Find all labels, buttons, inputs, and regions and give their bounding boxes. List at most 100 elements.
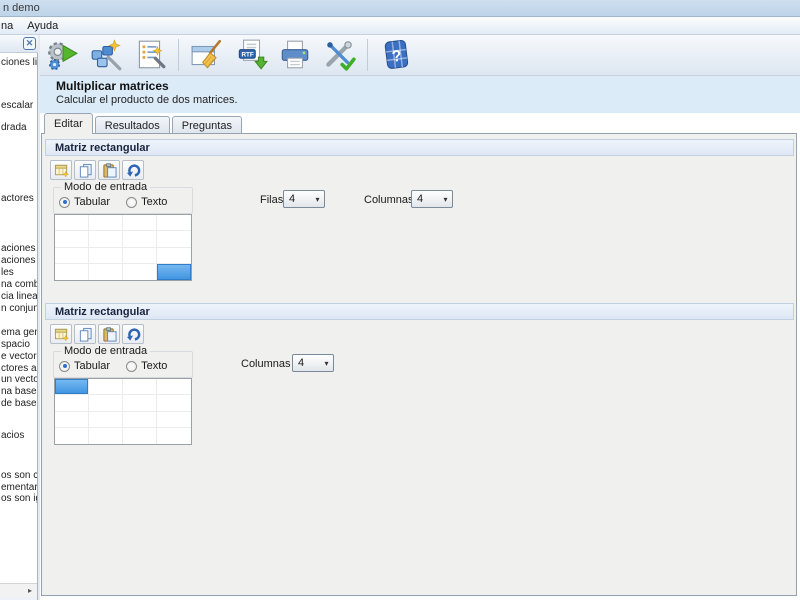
filas-select[interactable]: 4 ▾	[283, 190, 325, 208]
menu-item-ayuda[interactable]: Ayuda	[20, 17, 65, 34]
tab-resultados[interactable]: Resultados	[94, 116, 170, 134]
rtf-download-icon: RTF	[238, 39, 268, 70]
matrix-cell[interactable]	[123, 247, 157, 264]
sidebar-splitter[interactable]	[38, 35, 40, 600]
puzzle-wand-icon	[91, 39, 122, 71]
matrix-cell[interactable]	[55, 263, 89, 280]
sidebar-item[interactable]: cia lineal	[1, 291, 37, 302]
matrix-cell[interactable]	[157, 379, 191, 396]
matrix-grid-2[interactable]	[54, 378, 192, 445]
matrix-cell[interactable]	[55, 247, 89, 264]
export-rtf-button[interactable]: RTF	[229, 36, 273, 74]
clear-button[interactable]	[185, 36, 229, 74]
sidebar-item[interactable]: les	[1, 267, 14, 278]
help-button[interactable]: ?	[374, 36, 418, 74]
paste-button[interactable]	[98, 324, 120, 344]
matrix-cell[interactable]	[55, 395, 89, 412]
sidebar-item[interactable]: ementario	[1, 482, 37, 493]
matrix-cell[interactable]	[123, 263, 157, 280]
sidebar-item[interactable]: acios	[1, 430, 24, 441]
steps-button[interactable]	[128, 36, 172, 74]
sidebar-item[interactable]: escalar	[1, 100, 33, 111]
radio-texto-label[interactable]: Texto	[141, 196, 167, 208]
matrix-cell[interactable]	[157, 248, 191, 264]
sidebar-item[interactable]: na combina	[1, 279, 37, 290]
matrix-cell[interactable]	[89, 215, 123, 232]
columnas-select-2[interactable]: 4 ▾	[292, 354, 334, 372]
radio-tabular[interactable]	[59, 360, 70, 372]
svg-text:?: ?	[391, 48, 403, 66]
matrix-cell[interactable]	[157, 215, 191, 232]
undo-button[interactable]	[122, 160, 144, 180]
undo-icon	[126, 164, 140, 177]
matrix-cell[interactable]	[89, 231, 123, 248]
toolbar-separator	[178, 39, 179, 71]
copy-icon	[79, 327, 92, 342]
sidebar-item[interactable]: aciones lin	[1, 243, 37, 254]
new-matrix-button[interactable]	[50, 324, 72, 344]
sidebar-item[interactable]: e vectores	[1, 351, 37, 362]
sidebar-item[interactable]: na base	[1, 386, 37, 397]
sidebar-item[interactable]: ema gene	[1, 327, 37, 338]
matrix-cell[interactable]	[157, 231, 191, 248]
matrix-cell[interactable]	[123, 411, 157, 428]
matrix-cell[interactable]	[89, 395, 123, 412]
radio-tabular-label[interactable]: Tabular	[74, 196, 110, 208]
topic-tree[interactable]: ciones line escalar drada actores aciones li…	[0, 53, 37, 583]
matrix-cell[interactable]	[89, 263, 123, 280]
sidebar-item[interactable]: n conjunto	[1, 303, 37, 314]
tab-preguntas[interactable]: Preguntas	[171, 116, 242, 134]
matrix-cell[interactable]	[123, 395, 157, 412]
matrix-cell[interactable]	[89, 427, 123, 444]
matrix-grid-1[interactable]	[54, 214, 192, 281]
menu-item-ventana[interactable]: na	[0, 17, 20, 34]
sidebar-item[interactable]: spacio	[1, 339, 30, 350]
undo-button[interactable]	[122, 324, 144, 344]
radio-tabular-label[interactable]: Tabular	[74, 360, 110, 372]
radio-tabular[interactable]	[59, 196, 70, 208]
sidebar-item[interactable]: ctores a u	[1, 363, 37, 374]
wizard-button[interactable]	[84, 36, 128, 74]
settings-button[interactable]	[317, 36, 361, 74]
matrix-cell-selected[interactable]	[157, 263, 191, 280]
scroll-right-icon[interactable]: ▸	[24, 585, 36, 596]
sidebar-item[interactable]: un vector	[1, 374, 37, 385]
sidebar-horizontal-scrollbar[interactable]: ▸	[0, 583, 37, 597]
radio-texto[interactable]	[126, 196, 138, 208]
sidebar-item[interactable]: ciones line	[1, 57, 37, 68]
radio-texto[interactable]	[126, 360, 138, 372]
matrix-cell[interactable]	[89, 379, 123, 396]
sidebar-item[interactable]: os son igu	[1, 493, 37, 504]
sidebar-item[interactable]: aciones lin	[1, 255, 37, 266]
copy-button[interactable]	[74, 324, 96, 344]
columnas-select-1[interactable]: 4 ▾	[411, 190, 453, 208]
sidebar-item[interactable]: os son co	[1, 470, 37, 481]
matrix-cell[interactable]	[89, 247, 123, 264]
run-button[interactable]	[40, 36, 84, 74]
matrix-cell[interactable]	[157, 428, 191, 444]
sidebar-item[interactable]: actores	[1, 193, 34, 204]
matrix-cell[interactable]	[157, 395, 191, 412]
sidebar-item[interactable]: drada	[1, 122, 27, 133]
matrix-cell[interactable]	[89, 411, 123, 428]
matrix-cell[interactable]	[55, 215, 89, 232]
copy-button[interactable]	[74, 160, 96, 180]
matrix-cell[interactable]	[123, 215, 157, 232]
sidebar-item[interactable]: de base	[1, 398, 37, 409]
matrix-cell[interactable]	[123, 231, 157, 248]
columnas-value-2: 4	[298, 357, 305, 369]
matrix-cell[interactable]	[157, 412, 191, 428]
matrix-cell[interactable]	[55, 427, 89, 444]
new-matrix-button[interactable]	[50, 160, 72, 180]
paste-button[interactable]	[98, 160, 120, 180]
page-title: Multiplicar matrices	[56, 79, 169, 93]
close-icon[interactable]: ✕	[23, 37, 36, 50]
matrix-cell[interactable]	[123, 379, 157, 396]
matrix-cell-selected[interactable]	[55, 379, 89, 396]
tab-editar[interactable]: Editar	[44, 113, 93, 134]
matrix-cell[interactable]	[55, 411, 89, 428]
print-button[interactable]	[273, 36, 317, 74]
radio-texto-label[interactable]: Texto	[141, 360, 167, 372]
matrix-cell[interactable]	[55, 231, 89, 248]
matrix-cell[interactable]	[123, 427, 157, 444]
